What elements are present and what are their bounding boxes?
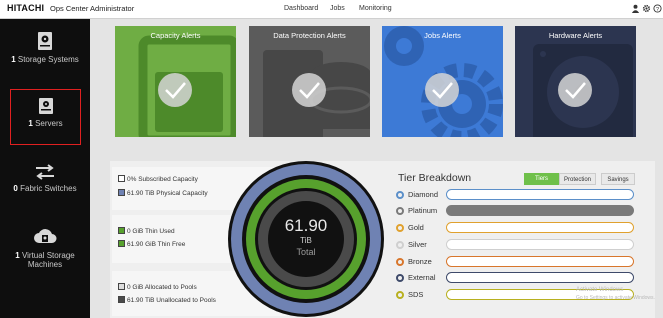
tier-dot — [396, 258, 404, 266]
legend-thin-free: 61.90 GiB Thin Free — [118, 240, 185, 248]
thin-used-text: 0 GiB Thin Used — [127, 228, 175, 235]
tier-bar — [446, 256, 634, 267]
tier-dot — [396, 274, 404, 282]
tier-row-external: External — [396, 272, 656, 284]
total-capacity-value: 61.90 — [285, 216, 328, 235]
help-icon[interactable]: ? — [653, 4, 662, 13]
app-title: Ops Center Administrator — [50, 4, 135, 13]
top-bar: HITACHI Ops Center Administrator Dashboa… — [0, 0, 663, 19]
check-icon — [158, 73, 192, 107]
check-icon — [292, 73, 326, 107]
tier-bar — [446, 189, 634, 200]
sidebar-item-storage-systems[interactable]: 1 Storage Systems — [0, 31, 90, 64]
dashboard-main: Capacity Alerts Data Protection Alerts J… — [90, 19, 663, 318]
storage-system-icon — [38, 32, 52, 50]
hardware-alerts-title: Hardware Alerts — [548, 31, 603, 40]
sidebar-item-virtual-storage-machines[interactable]: 1 Virtual Storage Machines — [0, 227, 90, 269]
tier-row-bronze: Bronze — [396, 256, 656, 268]
capacity-alerts-tile[interactable]: Capacity Alerts — [115, 26, 236, 137]
server-icon — [38, 98, 53, 114]
legend-swatch — [118, 227, 125, 234]
legend-unallocated: 61.90 TiB Unallocated to Pools — [118, 296, 216, 304]
legend-physical: 61.90 TiB Physical Capacity — [118, 189, 208, 197]
tier-dot — [396, 191, 404, 199]
storage-systems-count: 1 — [11, 55, 16, 64]
fabric-switch-icon — [36, 164, 54, 180]
tier-label: External — [408, 273, 436, 282]
tier-bar — [446, 272, 634, 283]
capacity-panel: 0% Subscribed Capacity 61.90 TiB Physica… — [110, 161, 655, 318]
virtual-storage-count: 1 — [15, 251, 20, 260]
virtual-storage-icon — [34, 229, 57, 243]
tier-dot — [396, 224, 404, 232]
sidebar-item-servers[interactable]: 1 Servers — [10, 89, 81, 145]
tier-bar — [446, 222, 634, 233]
servers-label: Servers — [35, 119, 63, 128]
savings-button[interactable]: Savings — [601, 173, 635, 185]
tier-breakdown-title: Tier Breakdown — [398, 172, 472, 184]
legend-swatch — [118, 296, 125, 303]
sidebar: 1 Storage Systems 1 Servers 0 Fabric Swi… — [0, 19, 90, 318]
tier-dot — [396, 241, 404, 249]
gear-icon[interactable] — [642, 4, 651, 13]
tab-tiers[interactable]: Tiers — [524, 173, 559, 185]
legend-swatch — [118, 283, 125, 290]
fabric-switches-count: 0 — [13, 184, 18, 193]
brand-logo: HITACHI — [7, 3, 45, 13]
tier-bar — [446, 205, 634, 216]
capacity-donut-chart: 61.90 TiB Total — [228, 161, 384, 317]
jobs-alerts-tile[interactable]: Jobs Alerts — [382, 26, 503, 137]
tier-label: Gold — [408, 223, 424, 232]
tab-protection[interactable]: Protection — [559, 173, 596, 185]
tier-label: Platinum — [408, 206, 438, 215]
legend-swatch — [118, 175, 125, 182]
legend-thin-used: 0 GiB Thin Used — [118, 227, 175, 235]
unallocated-pools-text: 61.90 TiB Unallocated to Pools — [127, 297, 216, 304]
tier-label: Bronze — [408, 257, 432, 266]
subscribed-capacity-text: 0% Subscribed Capacity — [127, 176, 198, 183]
capacity-alerts-title: Capacity Alerts — [150, 31, 201, 40]
total-capacity-unit: TiB — [300, 236, 312, 245]
sidebar-item-fabric-switches[interactable]: 0 Fabric Switches — [0, 164, 90, 193]
physical-capacity-text: 61.90 TiB Physical Capacity — [127, 190, 208, 197]
storage-systems-label: Storage Systems — [17, 55, 79, 64]
check-icon — [558, 73, 592, 107]
tier-dot — [396, 207, 404, 215]
tier-label: SDS — [408, 290, 424, 299]
tier-row-gold: Gold — [396, 222, 656, 234]
legend-allocated: 0 GiB Allocated to Pools — [118, 283, 197, 291]
tier-bar — [446, 239, 634, 250]
fabric-switches-label: Fabric Switches — [20, 184, 77, 193]
jobs-alerts-title: Jobs Alerts — [424, 31, 461, 40]
legend-swatch — [118, 189, 125, 196]
legend-subscribed: 0% Subscribed Capacity — [118, 175, 198, 183]
tier-row-diamond: Diamond — [396, 189, 656, 201]
nav-monitoring[interactable]: Monitoring — [359, 5, 392, 12]
tier-label: Diamond — [408, 190, 439, 199]
thin-free-text: 61.90 GiB Thin Free — [127, 241, 186, 248]
tier-label: Silver — [408, 240, 427, 249]
tier-row-platinum: Platinum — [396, 205, 656, 217]
nav-dashboard[interactable]: Dashboard — [284, 5, 318, 12]
total-capacity-label: Total — [296, 247, 315, 257]
legend-swatch — [118, 240, 125, 247]
data-protection-alerts-tile[interactable]: Data Protection Alerts — [249, 26, 370, 137]
activate-windows-subtitle: Go to Settings to activate Windows. — [576, 295, 655, 301]
nav-jobs[interactable]: Jobs — [330, 5, 345, 12]
virtual-storage-label: Virtual Storage Machines — [21, 251, 75, 269]
tier-row-silver: Silver — [396, 239, 656, 251]
check-icon — [425, 73, 459, 107]
tier-dot — [396, 291, 404, 299]
data-protection-alerts-title: Data Protection Alerts — [273, 31, 346, 40]
hardware-alerts-tile[interactable]: Hardware Alerts — [515, 26, 636, 137]
activate-windows-title: Activate Windows — [576, 287, 624, 293]
user-icon[interactable] — [631, 4, 640, 13]
servers-count: 1 — [28, 119, 33, 128]
allocated-pools-text: 0 GiB Allocated to Pools — [127, 284, 197, 291]
